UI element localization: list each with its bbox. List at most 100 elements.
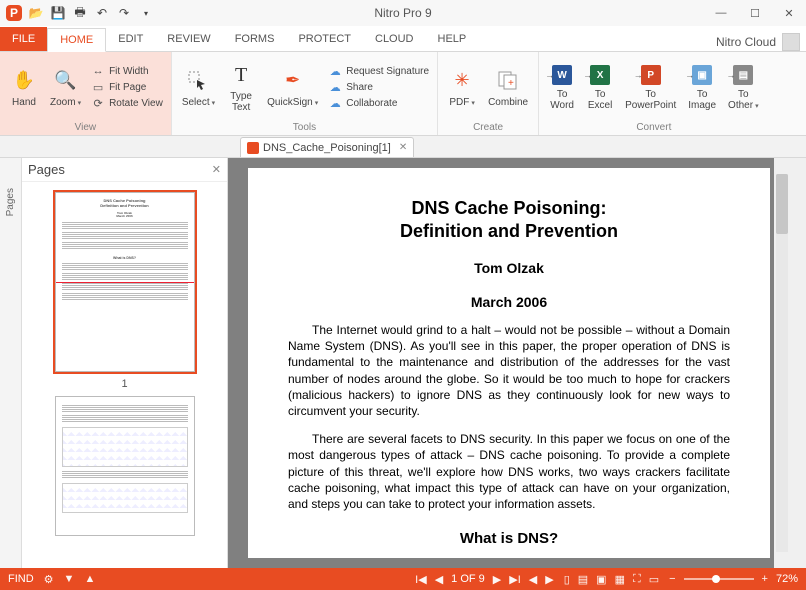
fullscreen-icon[interactable]: ⛶ xyxy=(633,573,641,586)
select-label: Select xyxy=(182,97,215,108)
fit-page-label: Fit Page xyxy=(109,82,146,93)
back-icon[interactable]: ◀ xyxy=(529,573,537,586)
undo-icon[interactable]: ↶ xyxy=(94,5,110,21)
zoom-button[interactable]: 🔍 Zoom xyxy=(46,65,85,110)
to-powerpoint-label: To PowerPoint xyxy=(625,89,676,111)
document-tab[interactable]: DNS_Cache_Poisoning[1] ✕ xyxy=(240,137,414,157)
continuous-icon[interactable]: ▤ xyxy=(578,573,588,586)
facing-continuous-icon[interactable]: ▦ xyxy=(615,573,625,586)
next-page-icon[interactable]: ▶ xyxy=(493,573,501,586)
cloud-collab-icon: ☁ xyxy=(328,96,342,110)
pages-panel-close-icon[interactable]: ✕ xyxy=(212,163,221,176)
to-other-button[interactable]: →▤ To Other xyxy=(724,61,763,113)
doc-para-1: The Internet would grind to a halt – wou… xyxy=(288,322,730,419)
select-button[interactable]: Select xyxy=(178,65,219,110)
tab-forms[interactable]: FORMS xyxy=(223,27,287,51)
open-icon[interactable]: 📂 xyxy=(28,5,44,21)
single-page-icon[interactable]: ▯ xyxy=(564,573,570,586)
nitro-cloud-link[interactable]: Nitro Cloud xyxy=(716,35,776,49)
zoom-slider[interactable] xyxy=(684,578,754,580)
side-rail[interactable]: Pages xyxy=(0,158,22,568)
type-text-label: Type Text xyxy=(230,91,252,113)
to-image-button[interactable]: →▣To Image xyxy=(684,61,720,113)
forward-icon[interactable]: ▶ xyxy=(545,573,553,586)
avatar[interactable] xyxy=(782,33,800,51)
redo-icon[interactable]: ↷ xyxy=(116,5,132,21)
fit-width-button[interactable]: ↔Fit Width xyxy=(91,64,163,78)
tools-group-label: Tools xyxy=(172,122,437,135)
to-powerpoint-button[interactable]: →P To PowerPoint xyxy=(621,61,680,113)
page-indicator[interactable]: 1 OF 9 xyxy=(451,573,485,585)
qat-dropdown-icon[interactable]: ▾ xyxy=(138,5,154,21)
tab-help[interactable]: HELP xyxy=(426,27,479,51)
page-content: DNS Cache Poisoning: Definition and Prev… xyxy=(248,168,770,558)
close-tab-icon[interactable]: ✕ xyxy=(399,142,407,153)
type-text-icon: T xyxy=(227,61,255,89)
to-excel-button[interactable]: →XTo Excel xyxy=(583,61,617,113)
zoom-value[interactable]: 72% xyxy=(776,573,798,585)
document-viewer[interactable]: DNS Cache Poisoning: Definition and Prev… xyxy=(228,158,790,568)
last-page-icon[interactable]: ▶I xyxy=(509,573,521,586)
presentation-icon[interactable]: ▭ xyxy=(649,573,659,586)
tab-edit[interactable]: EDIT xyxy=(106,27,155,51)
maximize-button[interactable]: ☐ xyxy=(738,0,772,26)
thumbnails-list[interactable]: DNS Cache PoisoningDefinition and Preven… xyxy=(22,182,227,568)
minimize-button[interactable]: — xyxy=(704,0,738,26)
combine-button[interactable]: + Combine xyxy=(484,65,532,110)
quicksign-button[interactable]: ✒ QuickSign xyxy=(263,65,322,110)
quicksign-icon: ✒ xyxy=(279,67,307,95)
hand-tool-button[interactable]: ✋ Hand xyxy=(6,65,42,110)
gear-icon[interactable]: ⚙ xyxy=(44,573,54,586)
pdf-icon: ✳ xyxy=(448,67,476,95)
down-triangle-icon[interactable]: ▼ xyxy=(64,573,75,585)
combine-icon: + xyxy=(494,67,522,95)
share-button[interactable]: ☁Share xyxy=(328,80,429,94)
fit-page-button[interactable]: ▭Fit Page xyxy=(91,80,163,94)
file-tab[interactable]: FILE xyxy=(0,27,47,51)
rotate-view-button[interactable]: ⟳Rotate View xyxy=(91,96,163,110)
page-thumbnail-2[interactable] xyxy=(55,396,195,536)
document-tab-strip: DNS_Cache_Poisoning[1] ✕ xyxy=(0,136,806,158)
pdf-button[interactable]: ✳ PDF xyxy=(444,65,480,110)
vertical-scrollbar[interactable] xyxy=(774,158,790,568)
create-group-label: Create xyxy=(438,122,538,135)
first-page-icon[interactable]: I◀ xyxy=(415,573,427,586)
up-triangle-icon[interactable]: ▲ xyxy=(84,573,95,585)
convert-group-label: Convert xyxy=(539,122,768,135)
print-icon[interactable]: 🖶 xyxy=(72,5,88,21)
app-icon: P xyxy=(6,5,22,21)
cloud-sign-icon: ☁ xyxy=(328,64,342,78)
page-thumbnail-1[interactable]: DNS Cache PoisoningDefinition and Preven… xyxy=(55,192,195,372)
fit-width-label: Fit Width xyxy=(109,66,148,77)
page-navigation: I◀ ◀ 1 OF 9 ▶ ▶I ◀ ▶ xyxy=(415,573,554,586)
tab-review[interactable]: REVIEW xyxy=(155,27,222,51)
tab-home[interactable]: HOME xyxy=(47,28,106,52)
collaborate-button[interactable]: ☁Collaborate xyxy=(328,96,429,110)
rotate-icon: ⟳ xyxy=(91,96,105,110)
powerpoint-icon: →P xyxy=(641,65,661,85)
workspace: Pages Pages ✕ DNS Cache PoisoningDefinit… xyxy=(0,158,806,568)
tab-protect[interactable]: PROTECT xyxy=(286,27,363,51)
save-icon[interactable]: 💾 xyxy=(50,5,66,21)
hand-label: Hand xyxy=(12,97,36,108)
close-button[interactable]: ✕ xyxy=(772,0,806,26)
request-signature-button[interactable]: ☁Request Signature xyxy=(328,64,429,78)
to-word-button[interactable]: →WTo Word xyxy=(545,61,579,113)
document-tab-label: DNS_Cache_Poisoning[1] xyxy=(263,142,391,154)
other-icon: →▤ xyxy=(733,65,753,85)
type-text-button[interactable]: T Type Text xyxy=(223,59,259,115)
to-other-label: To Other xyxy=(728,89,759,111)
zoom-in-icon[interactable]: + xyxy=(762,573,768,585)
find-button[interactable]: FIND xyxy=(8,573,34,585)
ribbon-group-create: ✳ PDF + Combine Create xyxy=(438,52,539,135)
tab-cloud[interactable]: CLOUD xyxy=(363,27,426,51)
to-word-label: To Word xyxy=(550,89,574,111)
select-icon xyxy=(184,67,212,95)
zoom-icon: 🔍 xyxy=(52,67,80,95)
image-icon: →▣ xyxy=(692,65,712,85)
doc-title-2: Definition and Prevention xyxy=(288,221,730,242)
zoom-out-icon[interactable]: − xyxy=(669,573,675,585)
facing-icon[interactable]: ▣ xyxy=(596,573,606,586)
excel-icon: →X xyxy=(590,65,610,85)
prev-page-icon[interactable]: ◀ xyxy=(435,573,443,586)
